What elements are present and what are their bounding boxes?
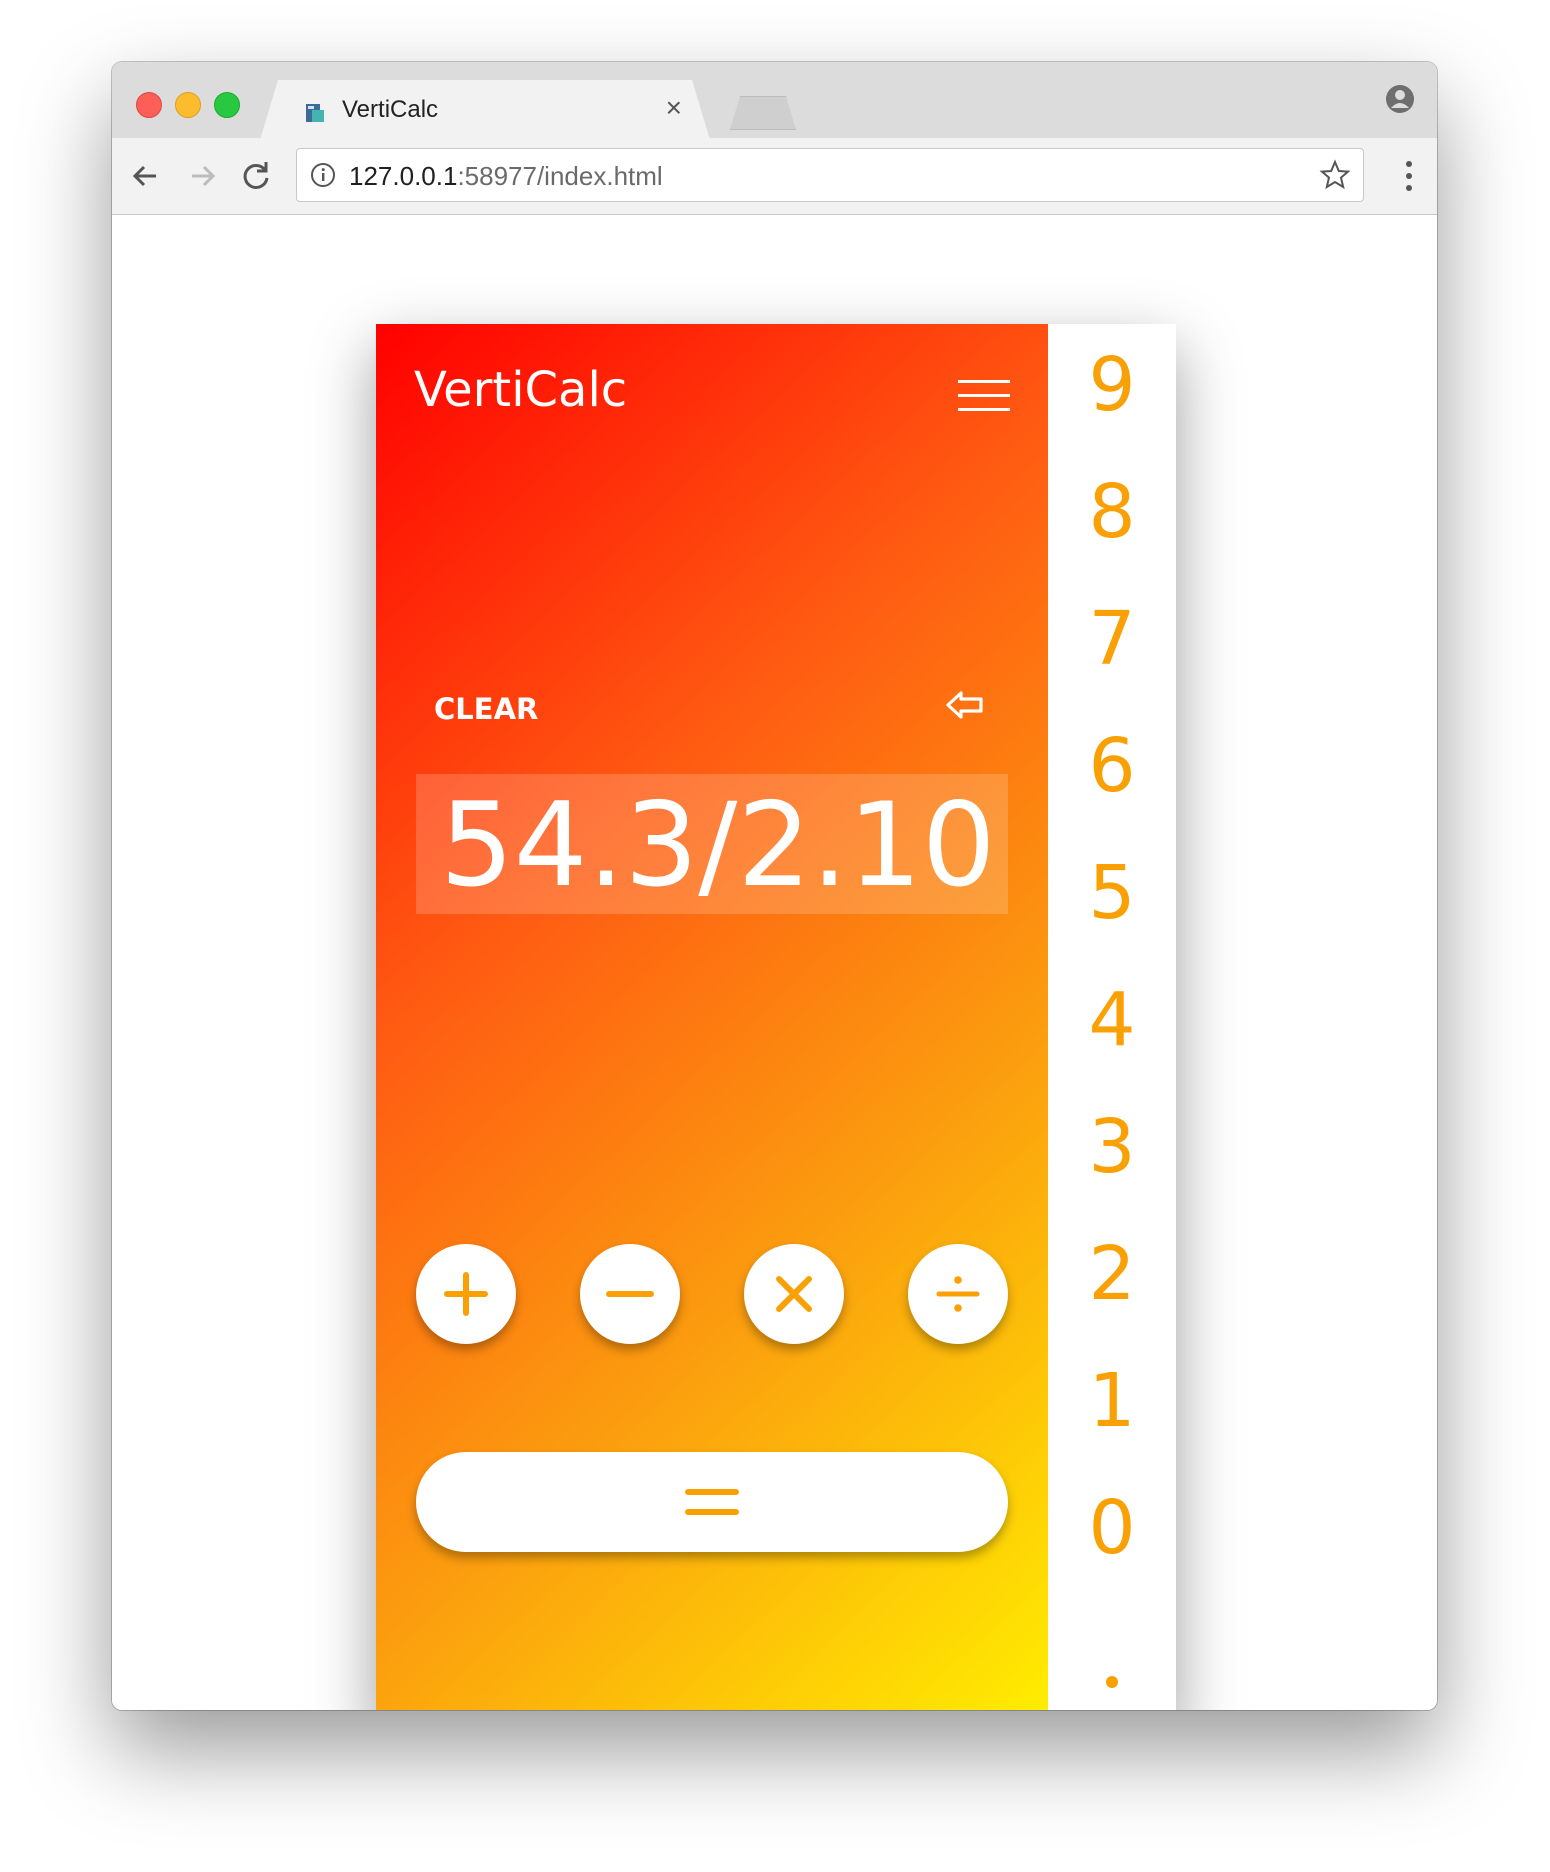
reload-icon[interactable] xyxy=(236,156,276,196)
digit-key-3[interactable]: 3 xyxy=(1048,1110,1176,1184)
calculator-panel: VertiCalc CLEAR 54.3/2.10 xyxy=(376,324,1048,1710)
digit-key-2[interactable]: 2 xyxy=(1048,1237,1176,1311)
digit-key-7[interactable]: 7 xyxy=(1048,602,1176,676)
digit-key-4[interactable]: 4 xyxy=(1048,983,1176,1057)
times-icon xyxy=(776,1276,812,1312)
tab-close-icon[interactable]: × xyxy=(666,92,682,124)
forward-icon[interactable] xyxy=(182,156,222,196)
digit-key-5[interactable]: 5 xyxy=(1048,856,1176,930)
calculator-display: 54.3/2.10 xyxy=(416,774,1008,914)
plus-icon xyxy=(444,1272,488,1316)
url-path: :58977/index.html xyxy=(457,161,663,191)
digit-key-8[interactable]: 8 xyxy=(1048,475,1176,549)
divide-icon xyxy=(936,1276,980,1312)
digit-key-6[interactable]: 6 xyxy=(1048,729,1176,803)
backspace-icon[interactable] xyxy=(944,686,986,724)
back-icon[interactable] xyxy=(126,156,166,196)
decimal-point-key[interactable] xyxy=(1106,1676,1118,1688)
browser-tab[interactable]: VertiCalc × xyxy=(260,80,710,140)
plus-button[interactable] xyxy=(416,1244,516,1344)
hamburger-line xyxy=(958,394,1010,397)
tab-title: VertiCalc xyxy=(342,96,439,123)
app-title: VertiCalc xyxy=(414,362,628,418)
divide-button[interactable] xyxy=(908,1244,1008,1344)
hamburger-line xyxy=(958,408,1010,411)
clear-button[interactable]: CLEAR xyxy=(434,692,538,726)
profile-icon[interactable] xyxy=(1385,84,1415,114)
hamburger-line xyxy=(958,380,1010,383)
digit-keypad: 9 8 7 6 5 4 3 2 1 0 xyxy=(1048,324,1176,1710)
calculator-app: VertiCalc CLEAR 54.3/2.10 9 8 7 6 5 4 3 … xyxy=(376,324,1176,1710)
favicon-icon xyxy=(304,102,326,124)
hamburger-menu-icon[interactable] xyxy=(958,376,1010,416)
maximize-window-button[interactable] xyxy=(214,92,240,118)
minimize-window-button[interactable] xyxy=(175,92,201,118)
times-button[interactable] xyxy=(744,1244,844,1344)
new-tab-button[interactable] xyxy=(730,96,796,130)
digit-key-0[interactable]: 0 xyxy=(1048,1491,1176,1565)
equals-button[interactable] xyxy=(416,1452,1008,1552)
info-icon[interactable] xyxy=(309,161,337,189)
display-value: 54.3/2.10 xyxy=(440,778,996,913)
digit-key-1[interactable]: 1 xyxy=(1048,1364,1176,1438)
browser-window: VertiCalc × 127.0.0.1:58977/index.html V… xyxy=(112,62,1437,1710)
url-host: 127.0.0.1 xyxy=(349,161,458,191)
digit-key-9[interactable]: 9 xyxy=(1048,348,1176,422)
browser-menu-icon[interactable] xyxy=(1403,158,1415,194)
bookmark-star-icon[interactable] xyxy=(1319,159,1351,191)
equals-icon xyxy=(685,1489,739,1515)
browser-toolbar: 127.0.0.1:58977/index.html xyxy=(112,138,1437,215)
minus-icon xyxy=(606,1291,654,1297)
url-text: 127.0.0.1:58977/index.html xyxy=(349,161,663,192)
title-bar: VertiCalc × xyxy=(112,62,1437,138)
address-bar[interactable]: 127.0.0.1:58977/index.html xyxy=(296,148,1364,202)
minus-button[interactable] xyxy=(580,1244,680,1344)
page-content: VertiCalc CLEAR 54.3/2.10 9 8 7 6 5 4 3 … xyxy=(112,215,1437,1710)
close-window-button[interactable] xyxy=(136,92,162,118)
